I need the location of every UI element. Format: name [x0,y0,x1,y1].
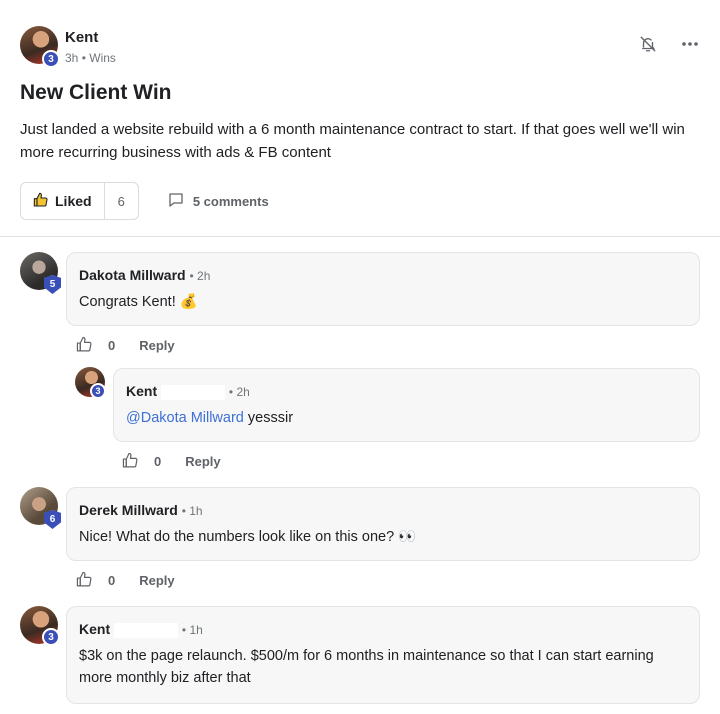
comment-text: $3k on the page relaunch. $500/m for 6 m… [79,648,654,686]
more-icon[interactable] [680,34,700,54]
comments-link[interactable]: 5 comments [167,191,269,212]
comment-bubble: Kent • 1h $3k on the page relaunch. $500… [66,606,700,704]
reply-button[interactable]: Reply [139,573,174,588]
post-body: Just landed a website rebuild with a 6 m… [20,121,685,161]
post-meta: 3h • Wins [65,51,116,65]
redaction [114,622,179,638]
thumbs-up-icon [33,192,49,211]
comment-author-name[interactable]: Dakota Millward [79,267,186,283]
comment-actions: 0 Reply [76,336,175,354]
comment-time: • 1h [181,623,203,637]
comment-icon [167,191,185,212]
reply-button[interactable]: Reply [139,338,174,353]
comment-actions: 0 Reply [122,452,221,470]
comment-author: Kent • 2h [126,383,250,400]
level-badge: 3 [42,628,60,646]
level-badge: 3 [42,50,60,68]
divider [0,236,720,237]
level-badge: 5 [44,275,61,294]
comment-text: Congrats Kent! 💰 [79,294,198,310]
mention-link[interactable]: @Dakota Millward [126,410,244,426]
comment-author: Kent • 1h [79,621,203,638]
comment-actions: 0 Reply [76,571,175,589]
comment-text-body: yesssir [243,410,294,426]
comment-author-name[interactable]: Kent [126,383,157,399]
thumbs-up-icon[interactable] [76,336,94,354]
comment-like-count: 0 [108,572,116,588]
level-badge: 3 [90,383,106,399]
header-icons [638,34,700,54]
comment-author: Dakota Millward • 2h [79,267,210,283]
comment-bubble: Derek Millward • 1h Nice! What do the nu… [66,487,700,561]
comment-text: Nice! What do the numbers look like on t… [79,529,417,545]
level-badge: 6 [44,510,61,529]
comment-author-name[interactable]: Kent [79,621,110,637]
post-category[interactable]: Wins [89,51,116,65]
post-title: New Client Win [20,81,172,104]
like-toggle[interactable]: Liked [21,183,105,219]
post-author-name[interactable]: Kent [65,29,98,46]
bell-off-icon[interactable] [638,34,658,54]
post-header: 3 Kent 3h • Wins [20,26,700,68]
comment-time: • 1h [181,504,203,518]
comment-like-count: 0 [154,453,162,469]
like-label: Liked [55,193,92,209]
comments-count: 5 comments [192,193,269,209]
comment-time: • 2h [189,269,211,283]
post-time: 3h [65,51,79,65]
comment-author: Derek Millward • 1h [79,502,203,518]
reply-button[interactable]: Reply [185,454,220,469]
comment-like-count: 0 [108,337,116,353]
like-count[interactable]: 6 [105,194,138,209]
meta-separator: • [81,51,86,65]
thumbs-up-icon[interactable] [122,452,140,470]
post-actions: Liked 6 5 comments [20,182,269,220]
like-button[interactable]: Liked 6 [20,182,139,220]
comment-bubble: Kent • 2h @Dakota Millward yesssir [113,368,700,442]
comment-bubble: Dakota Millward • 2h Congrats Kent! 💰 [66,252,700,326]
redaction [161,384,226,400]
comment-text: @Dakota Millward yesssir [126,407,293,429]
thumbs-up-icon[interactable] [76,571,94,589]
comment-author-name[interactable]: Derek Millward [79,502,178,518]
comment-time: • 2h [228,385,250,399]
